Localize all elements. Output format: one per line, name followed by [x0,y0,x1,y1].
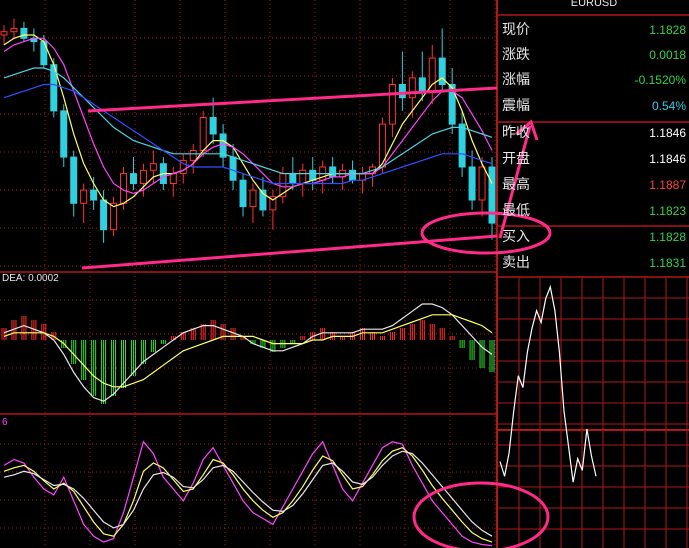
channel-lower-line [81,234,498,270]
quote-label: 买入 [502,229,530,245]
quote-row: 震幅 0.54% [502,98,686,114]
dea-line [3,314,493,388]
quote-label: 卖出 [502,255,530,271]
candle-body [139,169,147,185]
quote-label: 昨收 [502,125,530,141]
candle-body [349,169,357,181]
channel-upper-line [87,86,498,113]
candles [0,18,496,243]
candle-body [309,169,317,181]
kdj-line [3,450,493,537]
candle-body [60,110,68,158]
candle-body [209,117,217,135]
quote-label: 最高 [502,176,530,193]
quote-label: 涨幅 [502,72,530,88]
quote-row: 涨跌 0.0018 [502,47,686,63]
candle-body [70,156,78,204]
candle-body [0,31,8,36]
candle-body [478,166,486,201]
candle-body [229,156,237,181]
candle-body [10,27,18,33]
quote-row: 开盘 1.1846 [502,150,686,167]
quote-value: 1.1828 [649,23,686,37]
dif-line [3,303,493,402]
quote-value: 1.1823 [649,204,686,218]
candle-body [329,166,337,178]
candle-body [468,166,476,201]
candle-body [90,189,98,201]
quote-label: 现价 [502,22,530,38]
candle-body [129,173,137,185]
candle-body [428,57,436,92]
quote-label: 开盘 [502,150,530,167]
quote-value: 1.1831 [649,256,686,270]
candle-body [149,163,157,171]
candle-body [169,173,177,185]
dea-label: DEA: 0.0002 [2,273,59,284]
kdj-label: 6 [2,417,8,428]
macd-panel [1,303,495,404]
candle-body [388,84,396,125]
candle-body [80,189,88,204]
quote-row: 昨收 1.1846 [502,125,686,141]
quote-value: -0.1520% [635,73,687,87]
quote-row: 买入 1.1828 [502,229,686,245]
quote-panel: 现价 1.1828 涨跌 0.0018 涨幅 -0.1520% 震幅 0.54% 昨收 1… [502,22,686,271]
annotations [81,86,552,548]
candle-body [398,84,406,99]
candle-body [299,169,307,185]
quote-value: 1.1828 [649,230,686,244]
candle-body [289,173,297,185]
symbol-label: EURUSD [571,0,618,9]
chart-grid [0,0,689,548]
quote-row: 最高 1.1887 [502,176,686,193]
candle-body [249,189,257,208]
candle-body [488,166,496,224]
quote-label: 最低 [502,203,530,219]
candle-body [100,199,108,231]
quote-label: 震幅 [502,98,530,114]
forex-chart: EURUSD DEA: 0.0002 6 现价 1.1828 涨跌 0.0018 涨… [0,0,689,548]
highlight-circle [420,211,552,255]
candle-body [189,150,197,161]
quote-value: 1.1846 [649,152,686,166]
quote-value: 0.54% [652,99,686,113]
quote-value: 0.0018 [649,48,686,62]
quote-row: 现价 1.1828 [502,22,686,38]
candle-body [239,179,247,208]
candle-body [408,77,416,99]
quote-row: 卖出 1.1831 [502,255,686,271]
candle-body [20,27,28,39]
candlestick-panel [0,18,496,243]
quote-row: 最低 1.1823 [502,203,686,219]
candle-body [110,202,118,231]
candle-body [418,77,426,92]
candle-body [458,123,466,168]
quote-value: 1.1887 [649,178,686,192]
quote-label: 涨跌 [502,47,530,63]
quote-row: 涨幅 -0.1520% [502,72,686,88]
quote-value: 1.1846 [649,126,686,140]
candle-body [199,117,207,151]
